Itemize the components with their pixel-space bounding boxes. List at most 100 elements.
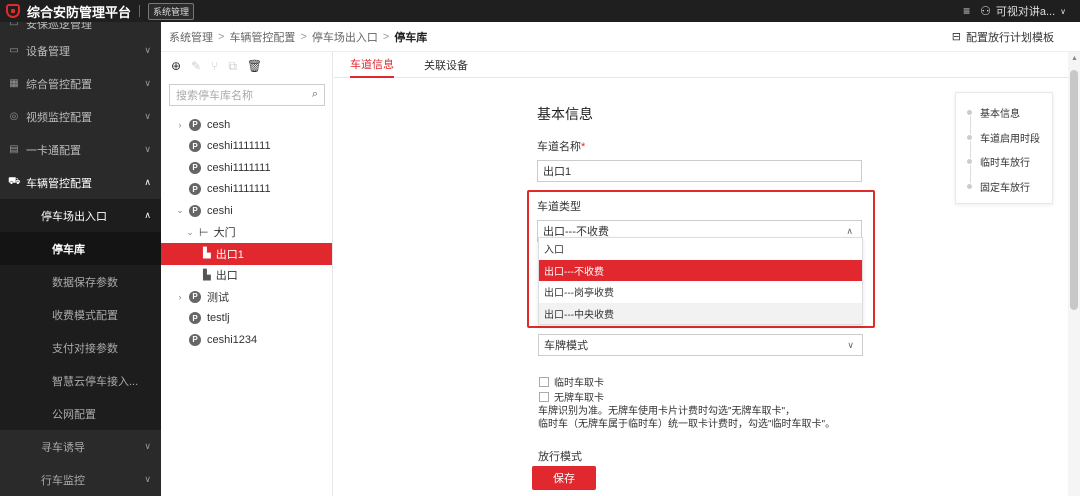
user-name[interactable]: 可视对讲a...	[996, 3, 1055, 19]
chevron-down-icon: ∨	[144, 111, 151, 121]
tree-node-lane-selected[interactable]: ▙ 出口1	[161, 243, 332, 265]
parking-icon: P	[189, 333, 201, 346]
chevron-down-icon: ∨	[144, 78, 151, 88]
chevron-up-icon: ∧	[144, 210, 151, 220]
tree-node[interactable]: Pceshi1234	[161, 329, 332, 351]
system-management-button[interactable]: 系统管理	[148, 2, 195, 20]
chevron-right-icon: >	[218, 30, 225, 43]
parking-icon: P	[189, 290, 201, 303]
breadcrumb-bar: 系统管理 > 车辆管控配置 > 停车场出入口 > 停车库 ⊟ 配置放行计划模板	[161, 22, 1080, 52]
chevron-down-icon[interactable]: ⌄	[185, 227, 195, 238]
dropdown-option[interactable]: 出口---岗亭收费	[539, 281, 862, 303]
chevron-right-icon: >	[382, 30, 390, 43]
parking-icon: P	[189, 312, 201, 325]
chevron-right-icon[interactable]: ›	[175, 120, 185, 130]
sidebar-item-device[interactable]: ▭ 设备管理 ∨	[0, 34, 161, 67]
tree-node[interactable]: › P 测试	[161, 286, 332, 308]
tree-toolbar: ⊕ ✎ ⑂ ⧉ 🗑	[161, 52, 332, 80]
chevron-down-icon[interactable]: ⌄	[175, 205, 185, 216]
tree-search-input[interactable]: 搜索停车库名称 ⌕	[169, 84, 325, 106]
anchor-item[interactable]: 基本信息	[966, 105, 1020, 120]
top-bar: 综合安防管理平台 系统管理 ≡ ⚇ 可视对讲a... ∨	[0, 0, 1080, 22]
edit-icon[interactable]: ✎	[191, 59, 201, 73]
breadcrumb-item[interactable]: 系统管理	[169, 29, 213, 45]
no-plate-card-checkbox[interactable]: 无牌车取卡	[539, 389, 604, 404]
tab-lane-info[interactable]: 车道信息	[350, 52, 394, 78]
sidebar-item-data-params[interactable]: 数据保存参数	[0, 265, 161, 298]
chevron-down-icon[interactable]: ∨	[1060, 7, 1066, 16]
lane-icon: ▙	[203, 248, 211, 260]
dot-icon	[966, 134, 973, 141]
sidebar-item-garage[interactable]: 停车库	[0, 232, 161, 265]
chevron-right-icon[interactable]: ›	[175, 292, 185, 302]
dropdown-option[interactable]: 入口	[539, 238, 862, 260]
checkbox-box[interactable]	[539, 391, 549, 402]
breadcrumb-item[interactable]: 车辆管控配置	[229, 29, 295, 45]
breadcrumb-item[interactable]: 停车场出入口	[312, 29, 378, 45]
tree-node[interactable]: › Pcesh	[161, 114, 332, 136]
trash-icon[interactable]: 🗑	[247, 59, 262, 73]
sidebar-item-driving-monitor[interactable]: 行车监控 ∨	[0, 463, 161, 496]
tree-panel: ⊕ ✎ ⑂ ⧉ 🗑 搜索停车库名称 ⌕ › Pcesh Pceshi1111111…	[161, 52, 333, 496]
breadcrumb-current: 停车库	[394, 31, 428, 44]
add-icon[interactable]: ⊕	[171, 59, 181, 73]
user-icon[interactable]: ⚇	[980, 4, 991, 18]
tree-node-gate[interactable]: ⌄ ⊢ 大门	[161, 222, 332, 244]
chevron-up-icon: ∧	[144, 177, 151, 187]
copy-icon[interactable]: ⧉	[228, 59, 237, 74]
dropdown-option[interactable]: 出口---中央收费	[539, 302, 862, 324]
tree-node[interactable]: Pceshi1111111	[161, 136, 332, 158]
dropdown-option-selected[interactable]: 出口---不收费	[539, 259, 862, 281]
tree-node[interactable]: Pceshi1111111	[161, 157, 332, 179]
sidebar-item-cloud-parking[interactable]: 智慧云停车接入...	[0, 364, 161, 397]
anchor-line	[970, 111, 971, 189]
scroll-up-icon[interactable]: ▲	[1071, 55, 1078, 62]
branch-icon[interactable]: ⑂	[211, 59, 218, 73]
sidebar-item-card[interactable]: ▤ 一卡通配置 ∨	[0, 133, 161, 166]
checkbox-box[interactable]	[539, 376, 549, 387]
sidebar-item-video[interactable]: ◎ 视频监控配置 ∨	[0, 100, 161, 133]
lane-name-label: 车道名称*	[537, 141, 586, 153]
breadcrumb: 系统管理 > 车辆管控配置 > 停车场出入口 > 停车库	[169, 29, 427, 45]
tree-node[interactable]: ⌄ Pceshi	[161, 200, 332, 222]
lane-icon: ▙	[203, 269, 211, 281]
sidebar-item-integrated[interactable]: ▦ 综合管控配置 ∨	[0, 67, 161, 100]
tree-node[interactable]: Ptestlj	[161, 308, 332, 330]
tab-linked-devices[interactable]: 关联设备	[424, 52, 468, 78]
recognition-mode-select[interactable]: 车牌模式 ∨	[538, 334, 863, 356]
search-icon[interactable]: ⌕	[312, 88, 318, 101]
scrollbar[interactable]: ▲	[1068, 52, 1080, 496]
anchor-item[interactable]: 车道启用时段	[966, 130, 1040, 145]
parking-icon: P	[189, 161, 201, 174]
tree-node[interactable]: Pceshi1111111	[161, 179, 332, 201]
sidebar-item-payment[interactable]: 支付对接参数	[0, 331, 161, 364]
car-icon: ⛟	[8, 176, 21, 187]
sidebar-item-car-guide[interactable]: 寻车诱导 ∨	[0, 430, 161, 463]
sidebar: ◳安保巡逻管理 ▭设备管理∨ ▦综合管控配置∨ ◎视频监控配置∨ ▤一卡通配置∨…	[0, 22, 161, 496]
anchor-item[interactable]: 固定车放行	[966, 179, 1030, 194]
tree-node-lane[interactable]: ▙ 出口	[161, 265, 332, 287]
save-button[interactable]: 保存	[532, 466, 596, 490]
sidebar-item-patrol[interactable]: ◳安保巡逻管理	[0, 22, 161, 34]
scrollbar-thumb[interactable]	[1070, 70, 1078, 310]
sidebar-item-charge-mode[interactable]: 收费模式配置	[0, 298, 161, 331]
parking-icon: P	[189, 204, 201, 217]
app-title: 综合安防管理平台	[27, 4, 132, 20]
content-tabs: 车道信息 关联设备	[334, 52, 1080, 78]
plan-template-button[interactable]: ⊟ 配置放行计划模板	[952, 29, 1054, 45]
menu-icon[interactable]: ≡	[963, 4, 970, 18]
chevron-down-icon: ∨	[144, 45, 151, 55]
gate-icon: ⊢	[199, 226, 209, 239]
sidebar-item-public-network[interactable]: 公网配置	[0, 397, 161, 430]
sidebar-item-vehicle[interactable]: ⛟ 车辆管控配置 ∧	[0, 166, 161, 199]
anchor-item[interactable]: 临时车放行	[966, 154, 1030, 169]
lane-name-input[interactable]: 出口1	[537, 160, 862, 182]
temp-car-card-checkbox[interactable]: 临时车取卡	[539, 374, 604, 389]
anchor-nav: 基本信息 车道启用时段 临时车放行 固定车放行	[955, 92, 1053, 204]
chevron-down-icon: ∨	[144, 474, 151, 484]
dot-icon	[966, 183, 973, 190]
sidebar-item-parking-entrance[interactable]: 停车场出入口 ∧	[0, 199, 161, 232]
dot-icon	[966, 109, 973, 116]
chevron-down-icon: ∨	[847, 339, 854, 350]
shield-logo-icon	[6, 4, 20, 18]
